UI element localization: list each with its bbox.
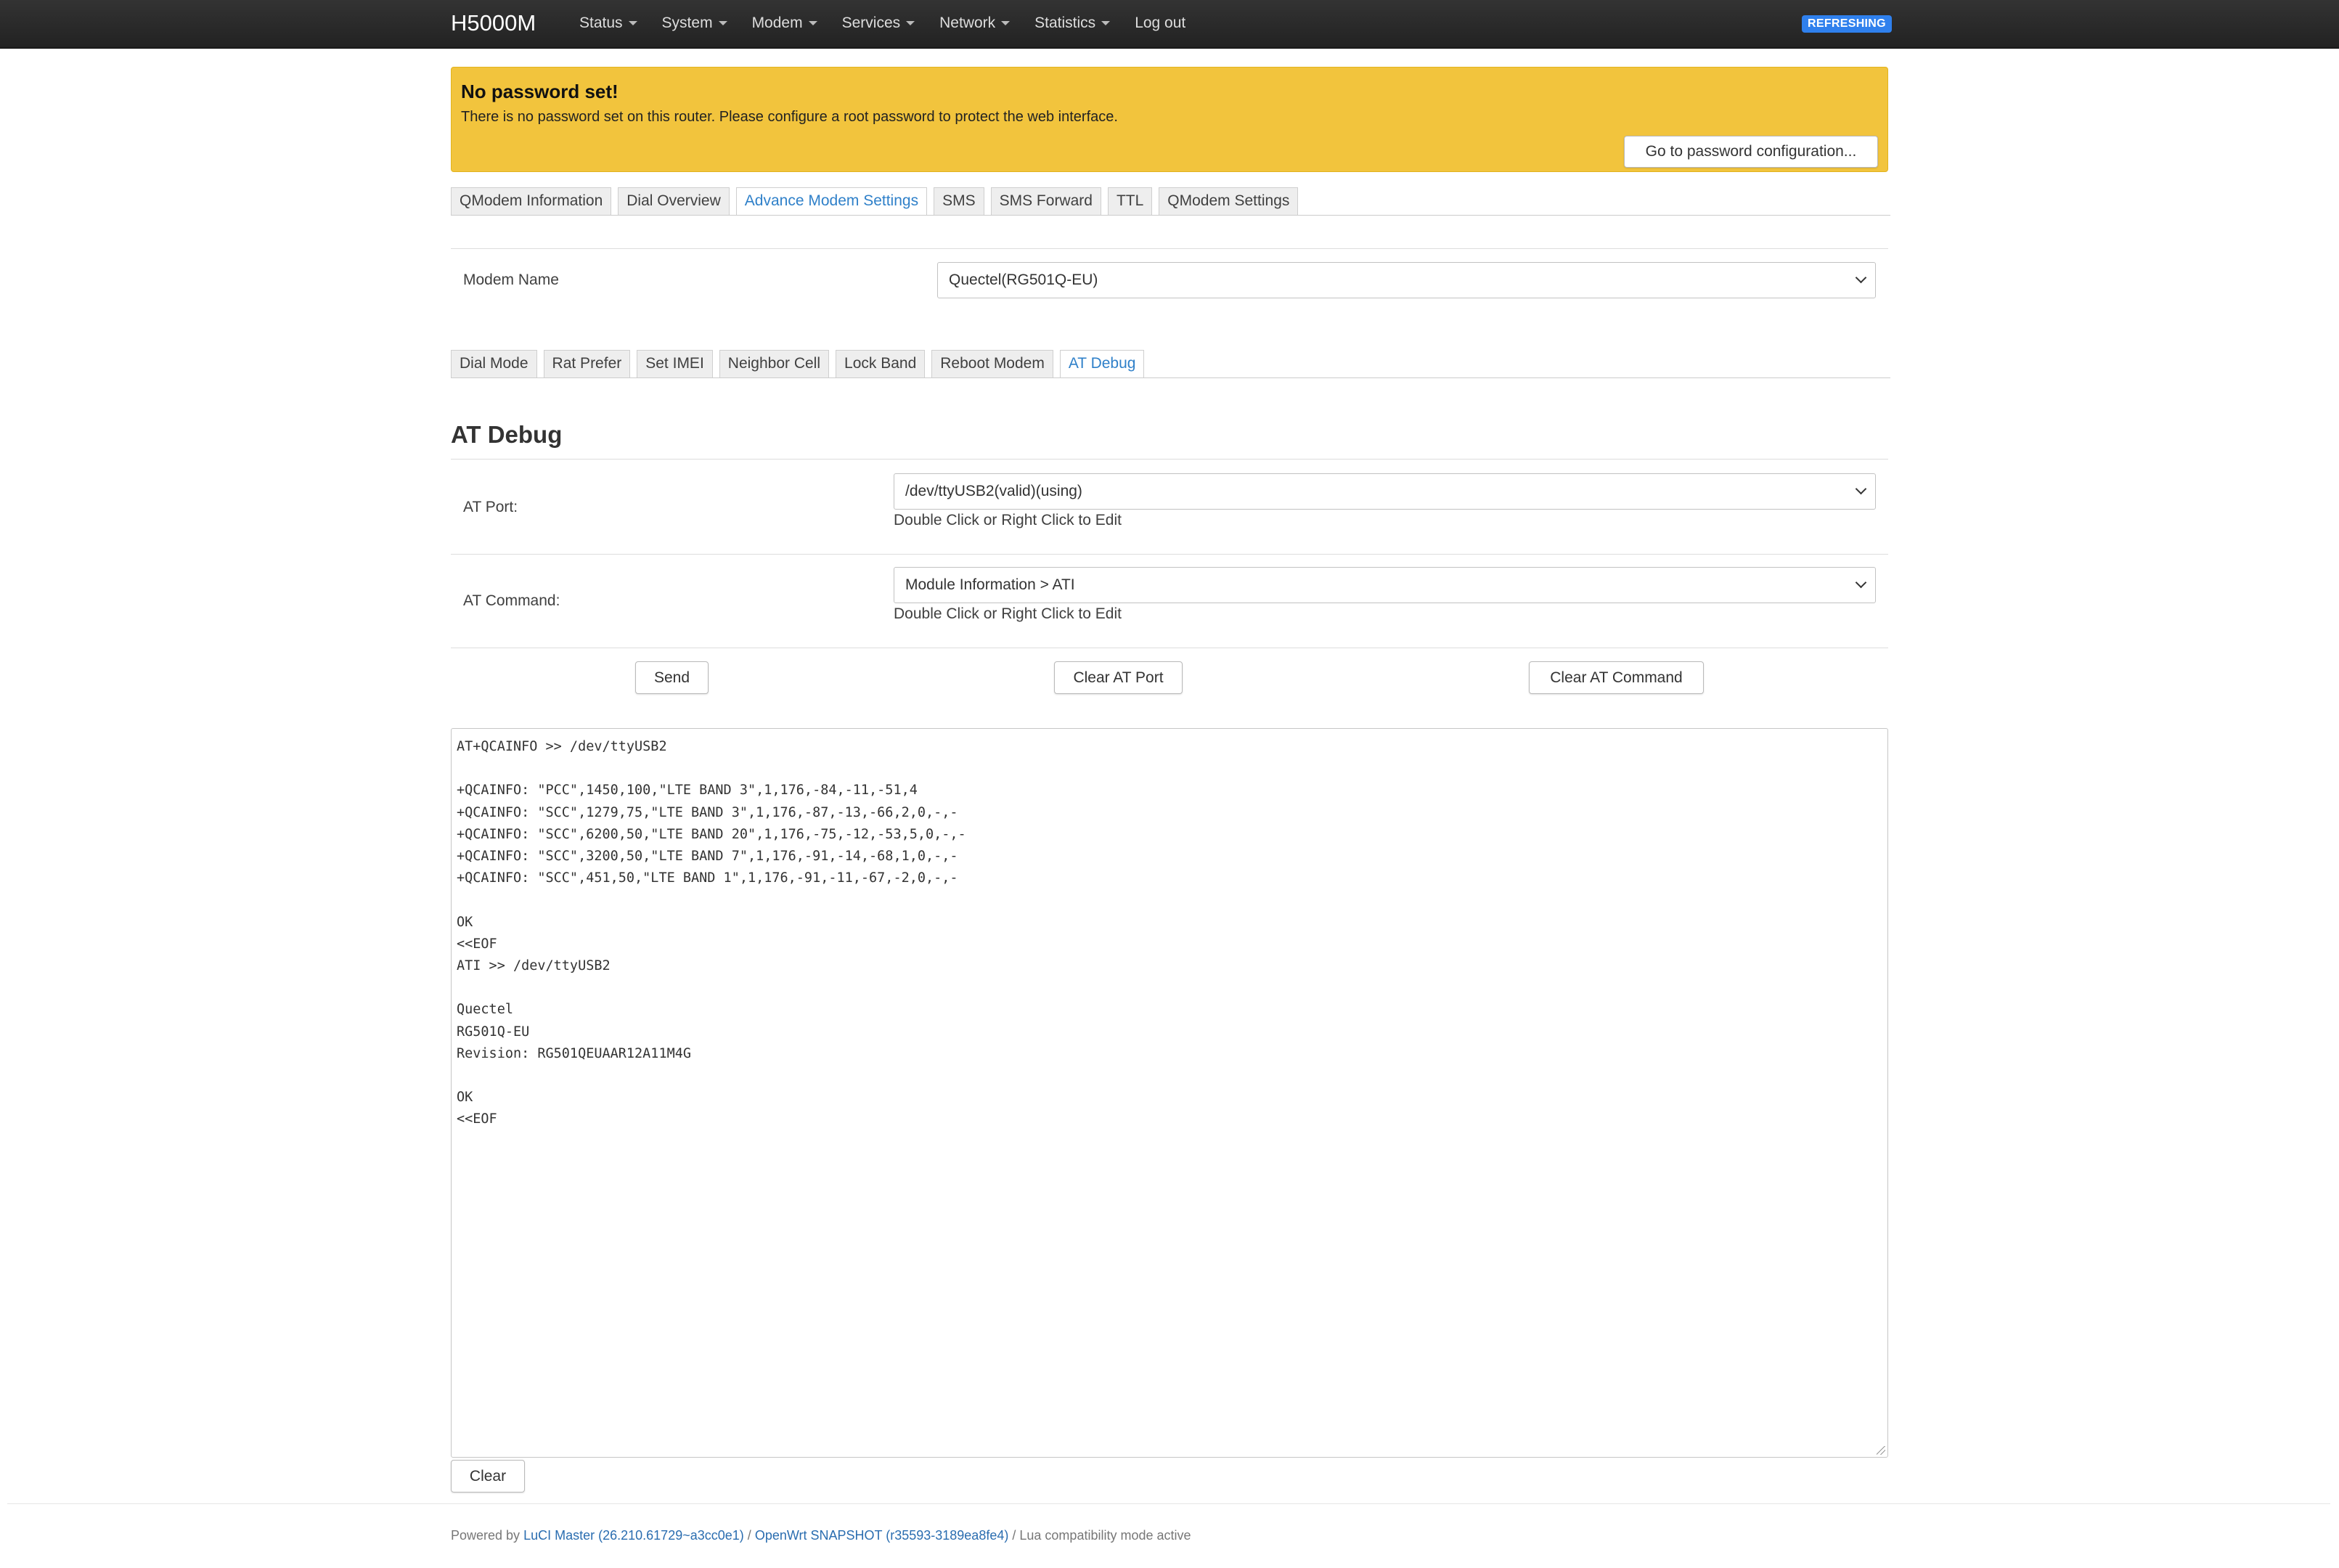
footer-divider bbox=[7, 1503, 2330, 1504]
nav-status-label: Status bbox=[579, 15, 623, 31]
tab-neighbor-cell[interactable]: Neighbor Cell bbox=[719, 350, 830, 377]
chevron-down-icon bbox=[1855, 271, 1867, 284]
at-command-select[interactable]: Module Information > ATI bbox=[894, 567, 1876, 603]
clear-output-button[interactable]: Clear bbox=[451, 1460, 525, 1493]
send-button[interactable]: Send bbox=[635, 661, 709, 694]
tab-reboot-modem[interactable]: Reboot Modem bbox=[931, 350, 1053, 377]
openwrt-link[interactable]: OpenWrt SNAPSHOT (r35593-3189ea8fe4) bbox=[755, 1528, 1009, 1543]
nav-system-label: System bbox=[661, 15, 713, 31]
at-output-textarea[interactable]: AT+QCAINFO >> /dev/ttyUSB2 +QCAINFO: "PC… bbox=[451, 728, 1888, 1458]
tab-dial-overview[interactable]: Dial Overview bbox=[618, 187, 730, 215]
resize-handle-icon[interactable] bbox=[1877, 1446, 1885, 1455]
footer-separator: / bbox=[747, 1528, 751, 1543]
modem-name-label: Modem Name bbox=[463, 271, 559, 288]
caret-down-icon bbox=[906, 21, 915, 26]
top-navbar: H5000M Status System Modem Services Netw… bbox=[0, 0, 2339, 49]
tab-lock-band[interactable]: Lock Band bbox=[836, 350, 926, 377]
section-title: AT Debug bbox=[451, 421, 563, 448]
at-command-label: AT Command: bbox=[463, 592, 560, 609]
at-port-label: AT Port: bbox=[463, 499, 518, 515]
nav-statistics[interactable]: Statistics bbox=[1034, 12, 1111, 35]
tab-sms[interactable]: SMS bbox=[934, 187, 984, 215]
at-port-select[interactable]: /dev/ttyUSB2(valid)(using) bbox=[894, 473, 1876, 510]
nav-statistics-label: Statistics bbox=[1034, 15, 1096, 31]
at-port-hint: Double Click or Right Click to Edit bbox=[894, 512, 1122, 528]
nav-modem[interactable]: Modem bbox=[752, 12, 817, 35]
modem-name-value: Quectel(RG501Q-EU) bbox=[949, 271, 1098, 288]
refreshing-badge[interactable]: REFRESHING bbox=[1802, 15, 1892, 33]
tab-sms-forward[interactable]: SMS Forward bbox=[990, 187, 1101, 215]
alert-title: No password set! bbox=[461, 81, 619, 102]
footer-separator: / bbox=[1012, 1528, 1016, 1543]
tab-set-imei[interactable]: Set IMEI bbox=[637, 350, 713, 377]
tab-at-debug[interactable]: AT Debug bbox=[1059, 350, 1145, 377]
modem-name-select[interactable]: Quectel(RG501Q-EU) bbox=[937, 262, 1876, 298]
brand-logo[interactable]: H5000M bbox=[451, 9, 536, 38]
caret-down-icon bbox=[1101, 21, 1111, 26]
footer-lua-note: Lua compatibility mode active bbox=[1019, 1528, 1191, 1543]
main-tabs-divider bbox=[451, 215, 1890, 216]
divider bbox=[451, 554, 1888, 555]
at-command-value: Module Information > ATI bbox=[905, 576, 1075, 593]
footer: Powered by LuCI Master (26.210.61729~a3c… bbox=[451, 1528, 1191, 1543]
at-command-hint: Double Click or Right Click to Edit bbox=[894, 605, 1122, 622]
divider bbox=[451, 248, 1888, 249]
chevron-down-icon bbox=[1855, 483, 1867, 495]
at-output-text: AT+QCAINFO >> /dev/ttyUSB2 +QCAINFO: "PC… bbox=[457, 739, 966, 1127]
divider bbox=[451, 459, 1888, 460]
nav-services[interactable]: Services bbox=[842, 12, 915, 35]
tab-ttl[interactable]: TTL bbox=[1107, 187, 1153, 215]
tab-qmodem-settings[interactable]: QModem Settings bbox=[1159, 187, 1299, 215]
clear-at-command-button[interactable]: Clear AT Command bbox=[1529, 661, 1704, 694]
main-nav: Status System Modem Services Network Sta… bbox=[579, 12, 1210, 35]
at-port-value: /dev/ttyUSB2(valid)(using) bbox=[905, 483, 1082, 499]
nav-system[interactable]: System bbox=[662, 12, 727, 35]
chevron-down-icon bbox=[1855, 576, 1867, 589]
tab-rat-prefer[interactable]: Rat Prefer bbox=[543, 350, 631, 377]
tab-qmodem-information[interactable]: QModem Information bbox=[451, 187, 612, 215]
password-config-button[interactable]: Go to password configuration... bbox=[1624, 136, 1878, 168]
tab-advance-modem-settings[interactable]: Advance Modem Settings bbox=[735, 187, 928, 215]
caret-down-icon bbox=[628, 21, 637, 26]
luci-link[interactable]: LuCI Master (26.210.61729~a3cc0e1) bbox=[523, 1528, 744, 1543]
footer-powered-by: Powered by bbox=[451, 1528, 521, 1543]
caret-down-icon bbox=[1001, 21, 1011, 26]
nav-modem-label: Modem bbox=[751, 15, 803, 31]
caret-down-icon bbox=[718, 21, 727, 26]
sub-tabs-divider bbox=[451, 377, 1890, 378]
tab-dial-mode[interactable]: Dial Mode bbox=[451, 350, 537, 377]
sub-tabs: Dial Mode Rat Prefer Set IMEI Neighbor C… bbox=[451, 350, 1151, 377]
nav-status[interactable]: Status bbox=[579, 12, 637, 35]
nav-network-label: Network bbox=[939, 15, 996, 31]
nav-network[interactable]: Network bbox=[939, 12, 1011, 35]
alert-text: There is no password set on this router.… bbox=[461, 109, 1118, 125]
caret-down-icon bbox=[808, 21, 817, 26]
nav-services-label: Services bbox=[841, 15, 901, 31]
nav-logout[interactable]: Log out bbox=[1135, 12, 1185, 35]
main-tabs: QModem Information Dial Overview Advance… bbox=[451, 187, 1305, 215]
password-alert: No password set! There is no password se… bbox=[451, 67, 1888, 172]
clear-at-port-button[interactable]: Clear AT Port bbox=[1054, 661, 1183, 694]
